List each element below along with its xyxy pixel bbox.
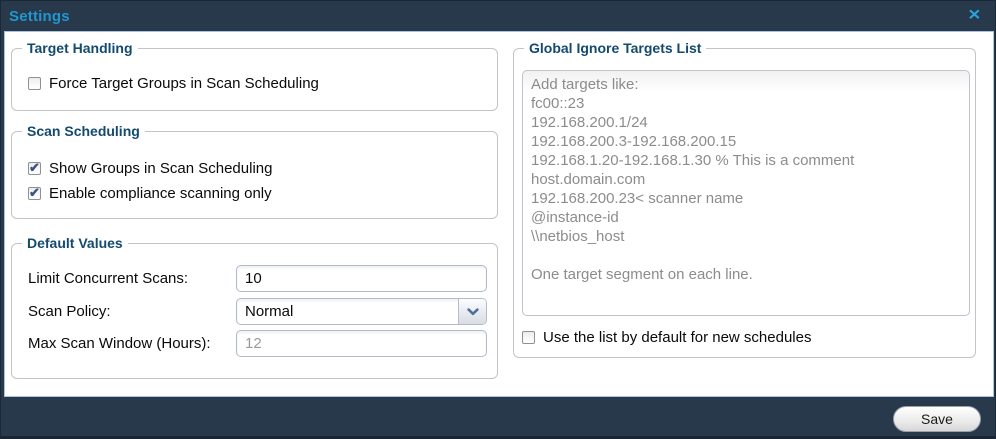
- scan-policy-row: Scan Policy: Normal: [28, 298, 487, 325]
- force-target-groups-checkbox[interactable]: [28, 77, 41, 90]
- force-target-groups-row: Force Target Groups in Scan Scheduling: [28, 73, 319, 93]
- chevron-down-icon[interactable]: [458, 299, 486, 324]
- use-list-default-label: Use the list by default for new schedule…: [543, 329, 811, 346]
- save-button[interactable]: Save: [893, 406, 981, 432]
- force-target-groups-label: Force Target Groups in Scan Scheduling: [49, 75, 319, 92]
- compliance-only-checkbox[interactable]: [28, 187, 41, 200]
- max-window-label: Max Scan Window (Hours):: [28, 335, 236, 352]
- scan-policy-selected-value: Normal: [245, 303, 293, 320]
- scan-policy-label: Scan Policy:: [28, 303, 236, 320]
- settings-dialog: Settings ✕ Target Handling Force Target …: [0, 0, 996, 439]
- show-groups-label: Show Groups in Scan Scheduling: [49, 160, 272, 177]
- max-window-row: Max Scan Window (Hours):: [28, 330, 487, 357]
- use-list-default-checkbox[interactable]: [522, 331, 535, 344]
- use-list-default-row: Use the list by default for new schedule…: [522, 327, 811, 347]
- section-scan-scheduling: Scan Scheduling Show Groups in Scan Sche…: [11, 131, 498, 219]
- show-groups-row: Show Groups in Scan Scheduling: [28, 158, 272, 178]
- dialog-title: Settings: [9, 8, 70, 25]
- content-panel: Target Handling Force Target Groups in S…: [4, 31, 994, 397]
- section-global-ignore-targets: Global Ignore Targets List Add targets l…: [513, 48, 976, 358]
- section-title: Default Values: [22, 235, 128, 251]
- section-title: Target Handling: [22, 40, 138, 56]
- compliance-only-row: Enable compliance scanning only: [28, 183, 272, 203]
- max-window-input: [236, 330, 487, 357]
- limit-concurrent-row: Limit Concurrent Scans:: [28, 265, 487, 292]
- ignore-targets-textarea[interactable]: Add targets like: fc00::23 192.168.200.1…: [522, 70, 970, 316]
- title-bar: Settings ✕: [1, 1, 995, 31]
- limit-concurrent-label: Limit Concurrent Scans:: [28, 270, 236, 287]
- show-groups-checkbox[interactable]: [28, 162, 41, 175]
- close-icon[interactable]: ✕: [968, 9, 981, 23]
- section-title: Global Ignore Targets List: [524, 40, 706, 56]
- section-title: Scan Scheduling: [22, 123, 145, 139]
- compliance-only-label: Enable compliance scanning only: [49, 185, 272, 202]
- section-default-values: Default Values Limit Concurrent Scans: S…: [11, 243, 498, 379]
- scan-policy-select[interactable]: Normal: [236, 298, 487, 325]
- limit-concurrent-input[interactable]: [236, 265, 487, 292]
- section-target-handling: Target Handling Force Target Groups in S…: [11, 48, 498, 111]
